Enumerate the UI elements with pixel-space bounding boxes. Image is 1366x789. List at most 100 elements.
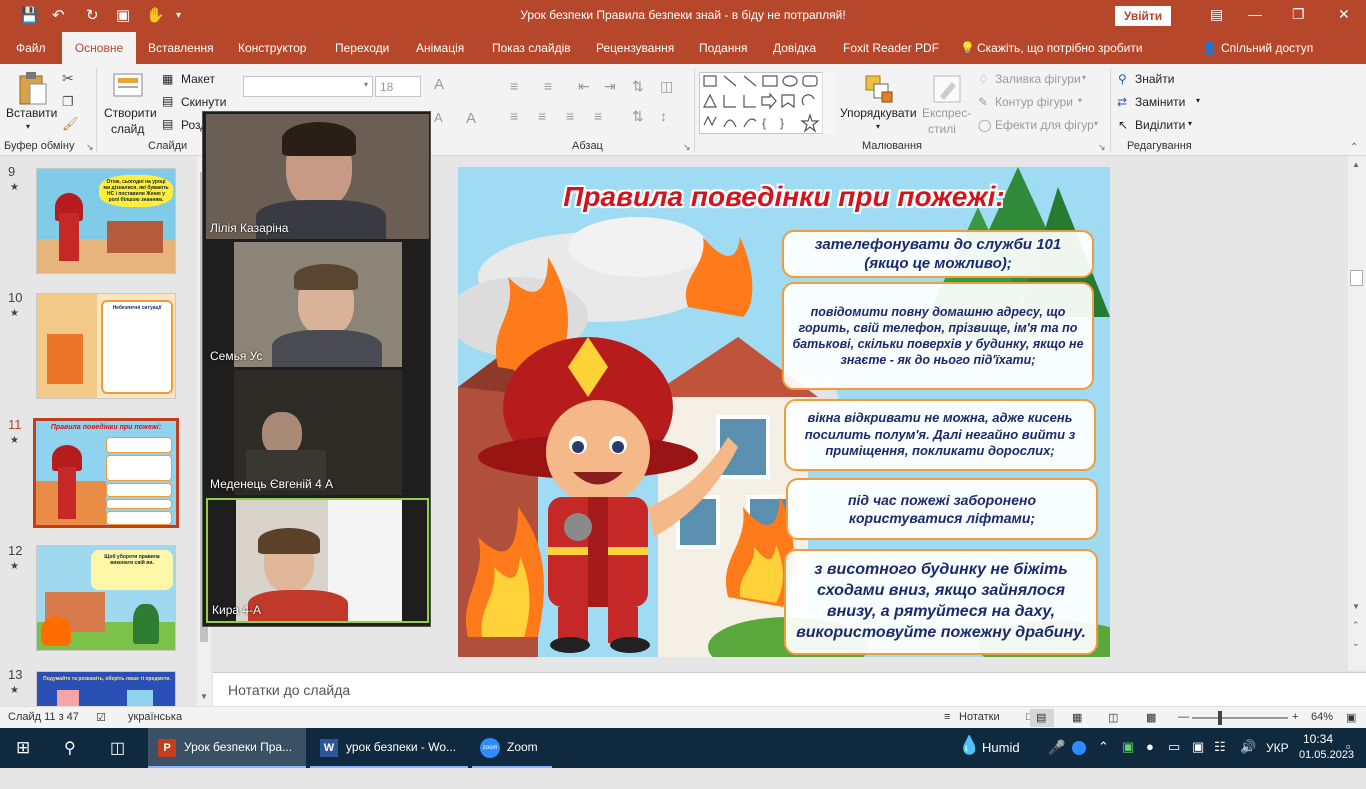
tab-transitions[interactable]: Переходи	[335, 41, 389, 55]
zoom-gallery-window[interactable]: Лілія Казаріна Семья Ус Меденець Євгеній…	[202, 111, 431, 627]
cut-icon[interactable]: ✂	[62, 70, 74, 87]
font-name-dropdown-icon[interactable]: ▾	[364, 80, 368, 89]
ribbon-options-icon[interactable]: ▤	[1210, 6, 1223, 23]
shapes-gallery-scroll[interactable]	[822, 72, 835, 134]
signin-button[interactable]: Увійти	[1115, 6, 1171, 26]
paste-icon[interactable]	[14, 70, 50, 106]
maximize-icon[interactable]: ❐	[1292, 6, 1305, 23]
video-tile-4[interactable]: Кира 4-А	[206, 498, 429, 623]
volume-icon[interactable]: 🔊	[1240, 739, 1256, 779]
tray-app2-icon[interactable]: ●	[1146, 739, 1154, 779]
paragraph-launcher-icon[interactable]: ↘	[683, 142, 691, 153]
paste-button[interactable]: Вставити	[6, 106, 57, 120]
prev-slide-icon[interactable]: ⌃	[1352, 620, 1360, 631]
paste-dropdown-icon[interactable]: ▾	[26, 122, 30, 131]
slide-thumb-13[interactable]: Подумайте та розкажіть, оберіть лише ті …	[36, 671, 176, 707]
zoom-slider[interactable]	[1192, 717, 1288, 719]
tab-insert[interactable]: Вставлення	[148, 41, 214, 55]
font-size-combo[interactable]: 18	[375, 76, 421, 97]
accessibility-icon[interactable]: ☑	[96, 711, 106, 724]
copy-icon[interactable]: ❐	[62, 94, 74, 110]
slide-thumb-9[interactable]: Отож, сьогодні на уроці ми дізналися, як…	[36, 168, 176, 274]
reset-button[interactable]: Скинути	[181, 95, 226, 109]
network-icon[interactable]: ☷	[1214, 739, 1226, 779]
find-button[interactable]: Знайти	[1135, 72, 1174, 86]
bullets-icon[interactable]: ≡	[510, 78, 518, 94]
current-slide[interactable]: Правила поведінки при пожежі: зателефону…	[458, 167, 1110, 657]
decrease-indent-icon[interactable]: ⇤	[578, 78, 590, 95]
align-text-icon[interactable]: ↕	[660, 108, 667, 124]
rule-box-4[interactable]: під час пожежі заборонено користуватися …	[786, 478, 1098, 540]
video-tile-2[interactable]: Семья Ус	[206, 242, 429, 367]
shape-effects-button[interactable]: Ефекти для фігур	[995, 118, 1094, 132]
shape-effects-dropdown-icon[interactable]: ▾	[1094, 119, 1098, 128]
share-button[interactable]: Спільний доступ	[1221, 41, 1313, 55]
slide-vertical-scrollbar[interactable]: ▲ ▼ ⌃ ⌄	[1348, 156, 1366, 670]
tab-home[interactable]: Основне	[62, 32, 136, 64]
line-spacing-icon[interactable]: ⇅	[632, 78, 644, 95]
font-color-icon[interactable]: A	[434, 110, 443, 125]
tab-foxit[interactable]: Foxit Reader PDF	[843, 41, 939, 55]
tab-file[interactable]: Файл	[16, 41, 46, 55]
quick-styles-label1[interactable]: Експрес-	[922, 106, 971, 120]
slide-thumb-11[interactable]: Правила поведінки при пожежі:	[33, 418, 179, 528]
new-slide-label1[interactable]: Створити	[104, 106, 157, 120]
shape-fill-dropdown-icon[interactable]: ▾	[1082, 73, 1086, 82]
slide-thumb-10[interactable]: Небезпечні ситуації	[36, 293, 176, 399]
search-icon[interactable]: ⚲	[64, 738, 76, 778]
notifications-icon[interactable]: ▫	[1346, 739, 1351, 779]
drawing-launcher-icon[interactable]: ↘	[1098, 142, 1106, 153]
select-dropdown-icon[interactable]: ▾	[1188, 119, 1192, 128]
slideshow-view-icon[interactable]: ▩	[1146, 711, 1156, 724]
tell-me-search[interactable]: Скажіть, що потрібно зробити	[977, 41, 1143, 55]
rule-box-5[interactable]: з висотного будинку не біжіть сходами вн…	[784, 549, 1098, 655]
notes-pane[interactable]: Нотатки до слайда	[213, 672, 1366, 706]
tab-animation[interactable]: Анімація	[416, 41, 464, 55]
increase-font-icon[interactable]: A	[434, 76, 444, 93]
columns-icon[interactable]: ◫	[660, 78, 673, 95]
shape-fill-button[interactable]: Заливка фігури	[995, 72, 1081, 86]
video-tile-3[interactable]: Меденець Євгеній 4 А	[206, 370, 429, 495]
zoom-level[interactable]: 64%	[1311, 711, 1333, 723]
battery-icon[interactable]: ▭	[1168, 739, 1180, 779]
slide-thumb-12[interactable]: Щоб убороти правила виконати свій ви.	[36, 545, 176, 651]
taskbar-zoom[interactable]: zoom Zoom	[472, 728, 552, 768]
slide-sorter-icon[interactable]: ▦	[1072, 711, 1082, 724]
scroll-up-icon[interactable]: ▲	[1352, 160, 1360, 169]
align-left-icon[interactable]: ≡	[510, 108, 518, 124]
language-indicator[interactable]: українська	[128, 711, 182, 723]
shape-outline-dropdown-icon[interactable]: ▾	[1078, 96, 1082, 105]
scroll-thumb[interactable]	[1350, 270, 1363, 286]
increase-indent-icon[interactable]: ⇥	[604, 78, 616, 95]
weather-text[interactable]: Humid	[982, 740, 1020, 780]
tab-view[interactable]: Подання	[699, 41, 747, 55]
shapes-gallery[interactable]: { }	[699, 72, 835, 134]
reading-view-icon[interactable]: ◫	[1108, 711, 1118, 724]
tab-review[interactable]: Рецензування	[596, 41, 674, 55]
tab-slideshow[interactable]: Показ слайдів	[492, 41, 571, 55]
rule-box-3[interactable]: вікна відкривати не можна, адже кисень п…	[784, 399, 1096, 471]
font-name-combo[interactable]	[243, 76, 373, 97]
zoom-out-icon[interactable]: —	[1178, 711, 1189, 723]
tab-help[interactable]: Довідка	[773, 41, 816, 55]
quick-styles-icon[interactable]	[930, 72, 964, 106]
microphone-icon[interactable]: 🎤	[1048, 739, 1065, 779]
zoom-tray-icon[interactable]	[1072, 741, 1086, 755]
justify-icon[interactable]: ≡	[594, 108, 602, 124]
fit-slide-icon[interactable]: ▣	[1346, 711, 1356, 724]
video-tile-1[interactable]: Лілія Казаріна	[206, 114, 429, 239]
notes-toggle-button[interactable]: Нотатки	[959, 711, 1000, 723]
layout-button[interactable]: Макет	[181, 72, 215, 86]
align-center-icon[interactable]: ≡	[538, 108, 546, 124]
zoom-slider-thumb[interactable]	[1218, 711, 1222, 725]
windows-start-icon[interactable]: ⊞	[16, 738, 30, 778]
arrange-button[interactable]: Упорядкувати	[840, 106, 917, 120]
zoom-in-icon[interactable]: +	[1292, 711, 1298, 723]
close-icon[interactable]: ✕	[1338, 6, 1350, 23]
taskbar-word[interactable]: W урок безпеки - Wo...	[310, 728, 468, 768]
numbering-icon[interactable]: ≡	[544, 78, 552, 94]
new-slide-icon[interactable]	[112, 70, 146, 100]
scroll-down-icon[interactable]: ▼	[1352, 602, 1360, 611]
chevron-up-icon[interactable]: ⌃	[1098, 739, 1109, 779]
replace-button[interactable]: Замінити	[1135, 95, 1185, 109]
